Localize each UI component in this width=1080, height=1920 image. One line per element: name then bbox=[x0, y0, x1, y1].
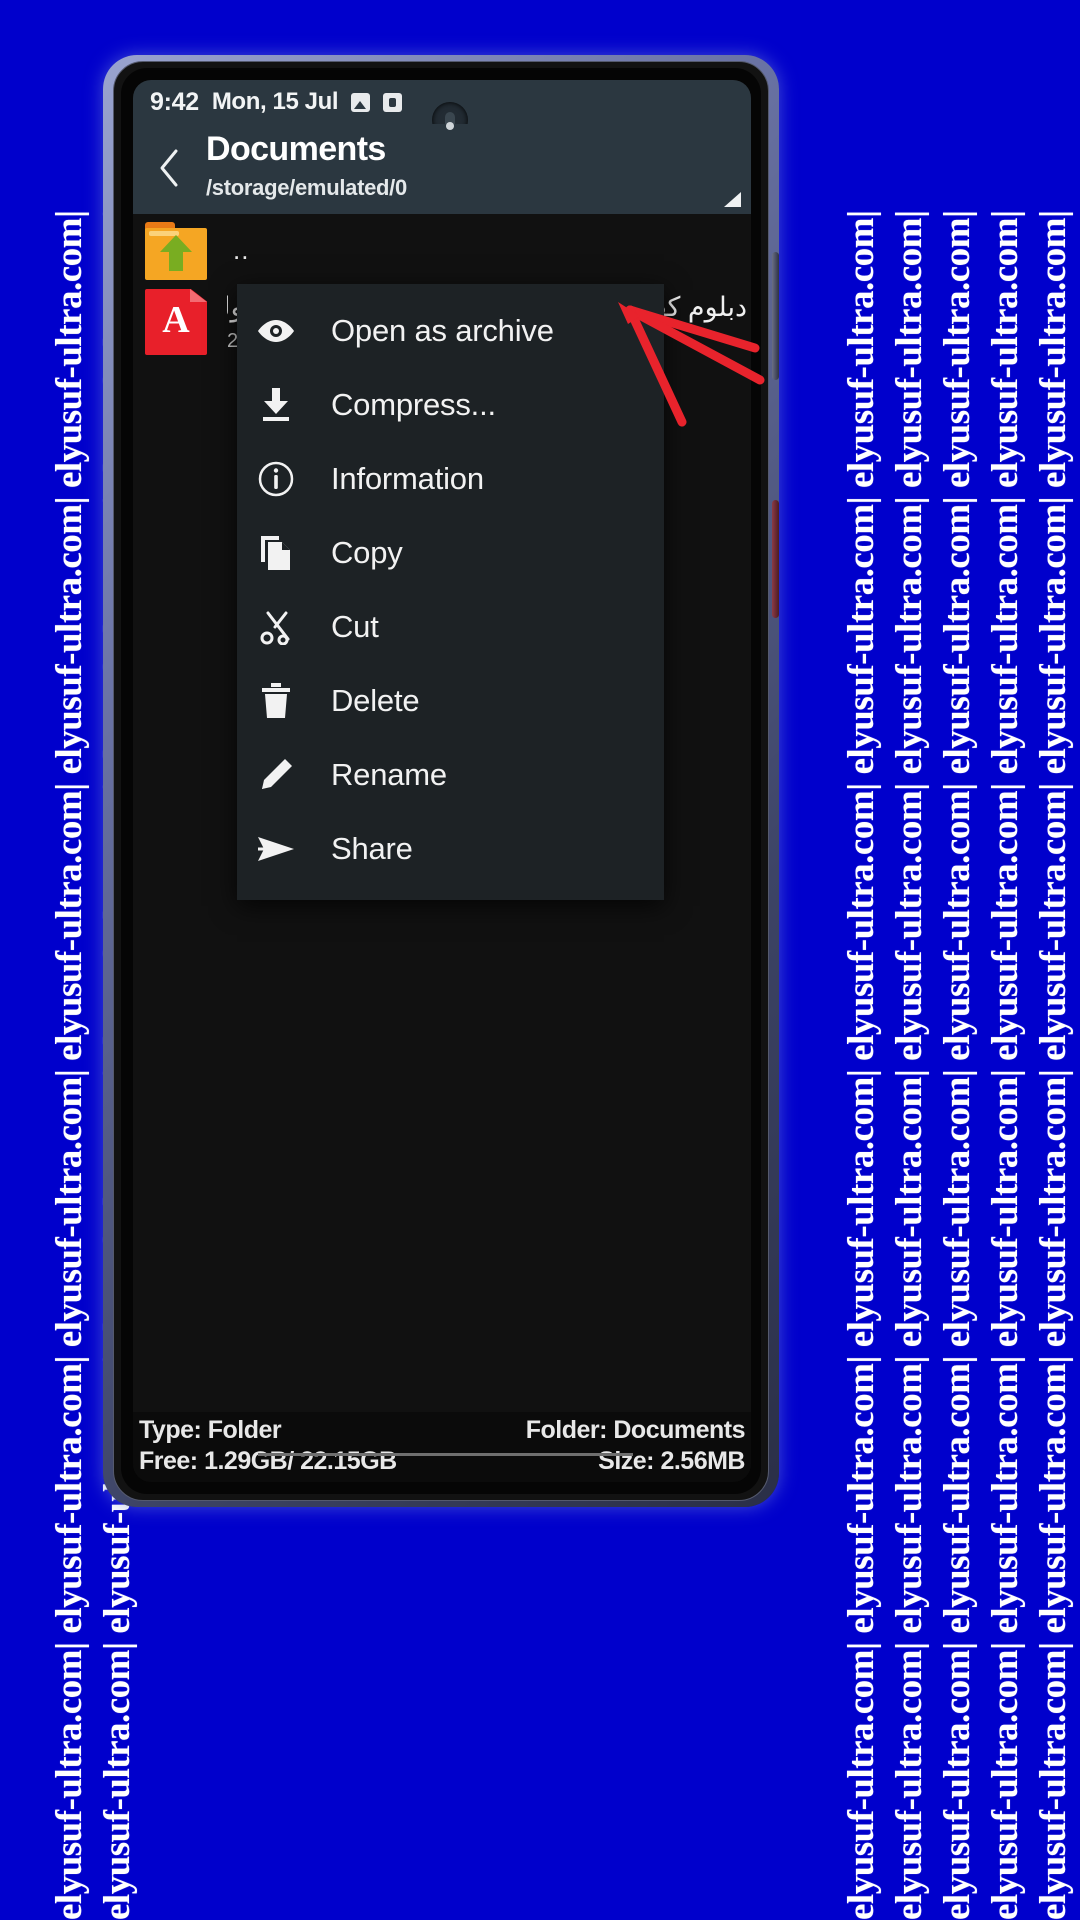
pdf-file-icon: A bbox=[145, 289, 207, 355]
menu-item-label: Copy bbox=[331, 535, 403, 570]
free-space-status: Free: 1.29GB/ 22.15GB bbox=[139, 1447, 397, 1475]
status-clock: 9:42 bbox=[150, 87, 199, 116]
menu-item-cut[interactable]: Cut bbox=[237, 590, 664, 664]
folder-status: Folder: Documents bbox=[525, 1416, 746, 1444]
folder-up-icon bbox=[145, 220, 207, 280]
page-title: Documents bbox=[206, 130, 386, 168]
menu-item-rename[interactable]: Rename bbox=[237, 738, 664, 812]
app-toolbar: Documents /storage/emulated/0 bbox=[133, 124, 751, 214]
breadcrumb-path: /storage/emulated/0 bbox=[206, 175, 407, 200]
type-status: Type: Folder bbox=[139, 1416, 282, 1444]
list-item[interactable]: .. bbox=[133, 214, 751, 286]
menu-item-information[interactable]: Information bbox=[237, 442, 664, 516]
menu-item-label: Delete bbox=[331, 683, 420, 718]
scissors-icon bbox=[255, 606, 297, 648]
watermark-text: elyusuf-ultra.com| elyusuf-ultra.com| el… bbox=[1033, 210, 1074, 1920]
trash-icon bbox=[255, 680, 297, 722]
resize-corner-icon[interactable] bbox=[724, 192, 741, 207]
context-menu[interactable]: Open as archive Compress... Information … bbox=[237, 284, 664, 900]
copy-icon bbox=[255, 532, 297, 574]
status-footer: Type: Folder Free: 1.29GB/ 22.15GB Folde… bbox=[133, 1412, 751, 1482]
send-icon bbox=[255, 828, 297, 870]
download-icon bbox=[255, 384, 297, 426]
back-chevron-icon[interactable] bbox=[158, 148, 180, 188]
volume-button[interactable] bbox=[772, 252, 779, 380]
eye-icon bbox=[255, 310, 297, 352]
menu-item-label: Rename bbox=[331, 757, 447, 792]
pencil-icon bbox=[255, 754, 297, 796]
menu-item-label: Share bbox=[331, 831, 413, 866]
menu-item-compress[interactable]: Compress... bbox=[237, 368, 664, 442]
info-icon bbox=[255, 458, 297, 500]
menu-item-label: Cut bbox=[331, 609, 379, 644]
menu-item-label: Information bbox=[331, 461, 484, 496]
menu-item-label: Open as archive bbox=[331, 313, 554, 348]
status-date: Mon, 15 Jul bbox=[211, 88, 339, 115]
menu-item-share[interactable]: Share bbox=[237, 812, 664, 886]
menu-item-delete[interactable]: Delete bbox=[237, 664, 664, 738]
list-item-label: .. bbox=[233, 234, 250, 265]
phone-screen: 9:42 Mon, 15 Jul Documents /storage/emul… bbox=[133, 80, 751, 1482]
photo-icon bbox=[351, 92, 371, 112]
storage-progress-bar bbox=[258, 1453, 633, 1456]
app-icon bbox=[383, 92, 403, 112]
size-status: Size: 2.56MB bbox=[598, 1447, 745, 1475]
menu-item-label: Compress... bbox=[331, 387, 496, 422]
power-button[interactable] bbox=[772, 500, 779, 618]
menu-item-open-as-archive[interactable]: Open as archive bbox=[237, 294, 664, 368]
menu-item-copy[interactable]: Copy bbox=[237, 516, 664, 590]
